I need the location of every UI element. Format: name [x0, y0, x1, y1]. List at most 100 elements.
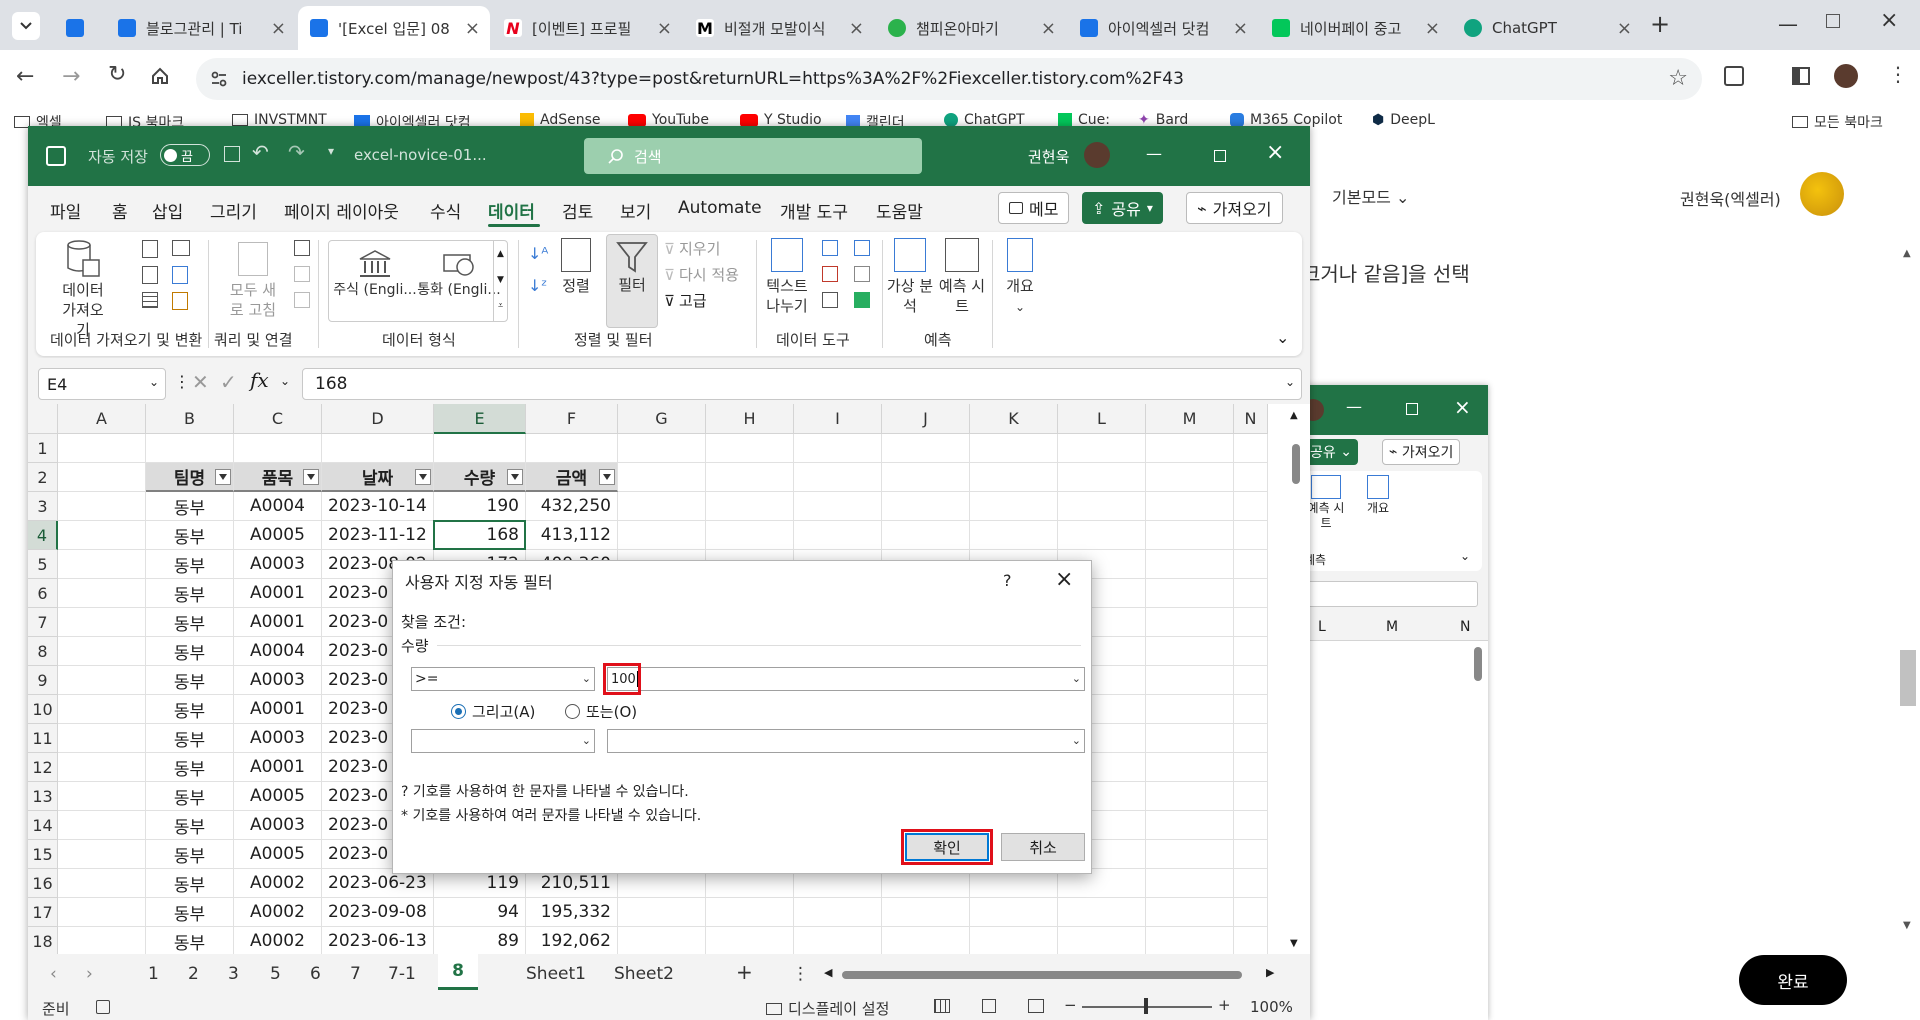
accessibility-icon[interactable] — [96, 1000, 110, 1014]
column-header-g[interactable]: G — [618, 404, 706, 434]
stocks-button[interactable]: 주식 (Engli... — [333, 249, 417, 300]
cell[interactable] — [1234, 782, 1268, 811]
restore-button[interactable] — [1214, 150, 1226, 162]
hscroll-left-icon[interactable]: ◀ — [824, 966, 832, 979]
tab-formulas[interactable]: 수식 — [430, 198, 461, 223]
close-window-button[interactable]: × — [1880, 8, 1898, 33]
comments-button[interactable]: 메모 — [998, 192, 1070, 224]
cell[interactable]: A0004 — [234, 637, 322, 666]
cell[interactable]: 동부 — [146, 550, 234, 579]
cell[interactable] — [970, 927, 1058, 954]
insert-function-icon[interactable]: fx — [250, 368, 269, 392]
sort-ascending-icon[interactable]: ↓ᴬ — [528, 244, 548, 263]
cell[interactable]: 동부 — [146, 608, 234, 637]
cell[interactable] — [1146, 695, 1234, 724]
from-file-icon[interactable] — [172, 292, 188, 310]
qat-more-icon[interactable]: ▾ — [328, 144, 334, 158]
browser-tab[interactable]: M 비절개 모발이식 × — [684, 6, 874, 50]
consolidate-icon[interactable] — [854, 240, 870, 256]
cell[interactable]: A0003 — [234, 811, 322, 840]
scroll-down-icon[interactable]: ▼ — [1290, 938, 1298, 949]
cell[interactable]: A0003 — [234, 550, 322, 579]
column-header-m[interactable]: M — [1146, 404, 1234, 434]
row-header[interactable]: 13 — [28, 782, 58, 811]
existing-connections-icon[interactable] — [172, 266, 188, 284]
collapse-ribbon-icon[interactable]: ⌄ — [1276, 328, 1289, 347]
import-button[interactable]: ⌁ 가져오기 — [1382, 439, 1461, 465]
cell[interactable]: A0001 — [234, 579, 322, 608]
close-icon[interactable]: × — [849, 18, 864, 39]
close-icon[interactable]: × — [1617, 18, 1632, 39]
new-tab-button[interactable]: + — [1650, 10, 1670, 38]
reload-icon[interactable]: ↻ — [108, 62, 126, 87]
cell[interactable] — [1146, 579, 1234, 608]
outline-button[interactable]: 개요 ⌄ — [998, 238, 1042, 317]
editor-mode-dropdown[interactable]: 기본모드 ⌄ — [1332, 184, 1409, 208]
minimize-button[interactable]: — — [1346, 397, 1362, 416]
next-sheet-icon[interactable]: › — [86, 964, 93, 984]
data-model-icon[interactable] — [854, 292, 870, 308]
cell[interactable] — [970, 521, 1058, 550]
collapse-ribbon-icon[interactable]: ⌄ — [1460, 549, 1470, 563]
cell[interactable] — [706, 492, 794, 521]
page-break-view-icon[interactable] — [1028, 999, 1044, 1013]
star-icon[interactable]: ☆ — [1668, 66, 1688, 91]
cell[interactable] — [1146, 840, 1234, 869]
close-icon[interactable]: × — [1233, 18, 1248, 39]
from-web-icon[interactable] — [142, 266, 158, 284]
row-header[interactable]: 18 — [28, 927, 58, 954]
and-radio[interactable]: 그리고(A) — [451, 701, 535, 722]
reapply-filter-button[interactable]: ⊽ 다시 적용 — [664, 264, 739, 285]
tab-view[interactable]: 보기 — [620, 198, 651, 223]
browser-tab[interactable] — [54, 6, 104, 50]
get-data-button[interactable]: 데이터 가져오기 — [50, 238, 116, 340]
or-radio[interactable]: 또는(O) — [565, 701, 637, 722]
extensions-icon[interactable] — [1724, 66, 1744, 86]
cell[interactable] — [58, 898, 146, 927]
sheet-tab[interactable]: 1 — [148, 964, 159, 984]
url-field[interactable]: iexceller.tistory.com/manage/newpost/43?… — [196, 58, 1702, 100]
value2-input[interactable]: ⌄ — [607, 729, 1085, 753]
cell[interactable] — [1146, 492, 1234, 521]
filter-dropdown-icon[interactable] — [215, 469, 231, 485]
cell[interactable] — [58, 782, 146, 811]
cell[interactable] — [1146, 927, 1234, 954]
cell[interactable] — [1234, 492, 1268, 521]
gallery-scroll[interactable]: ▲ ▼ ⩡ — [493, 241, 507, 321]
cell[interactable] — [1146, 550, 1234, 579]
column-header-j[interactable]: J — [882, 404, 970, 434]
browser-tab[interactable]: N [이벤트] 프로필 × — [492, 6, 682, 50]
sheet-tab[interactable]: Sheet2 — [614, 964, 674, 984]
all-bookmarks[interactable]: 모든 북마크 — [1792, 112, 1883, 130]
scrollbar[interactable] — [1900, 650, 1916, 706]
cell[interactable] — [706, 898, 794, 927]
cell[interactable] — [58, 666, 146, 695]
cell[interactable]: A0005 — [234, 840, 322, 869]
table-header-cell[interactable]: 날짜 — [322, 463, 434, 492]
tab-data[interactable]: 데이터 — [488, 198, 535, 223]
row-header[interactable]: 11 — [28, 724, 58, 753]
normal-view-icon[interactable] — [934, 999, 950, 1013]
cell[interactable] — [794, 492, 882, 521]
cell[interactable] — [1146, 434, 1234, 463]
cell[interactable] — [1146, 782, 1234, 811]
cell[interactable] — [970, 898, 1058, 927]
scroll-up-icon[interactable]: ▲ — [1290, 410, 1298, 421]
browser-tab[interactable]: ChatGPT × — [1452, 6, 1642, 50]
cell[interactable]: 동부 — [146, 579, 234, 608]
share-button[interactable]: ⇪ 공유 ▾ — [1082, 192, 1163, 224]
column-header-f[interactable]: F — [526, 404, 618, 434]
close-icon[interactable]: × — [657, 18, 672, 39]
row-header[interactable]: 6 — [28, 579, 58, 608]
browser-tab[interactable]: 아이엑셀러 닷컴 × — [1068, 6, 1258, 50]
cell[interactable]: 2023-10-14 — [322, 492, 434, 521]
cell[interactable]: 2023-06-13 — [322, 927, 434, 954]
cell[interactable] — [58, 753, 146, 782]
row-header[interactable]: 12 — [28, 753, 58, 782]
row-header[interactable]: 2 — [28, 463, 58, 492]
cell[interactable] — [1146, 724, 1234, 753]
home-icon[interactable] — [150, 66, 170, 86]
cell[interactable] — [970, 434, 1058, 463]
cell[interactable] — [1234, 811, 1268, 840]
row-header[interactable]: 15 — [28, 840, 58, 869]
